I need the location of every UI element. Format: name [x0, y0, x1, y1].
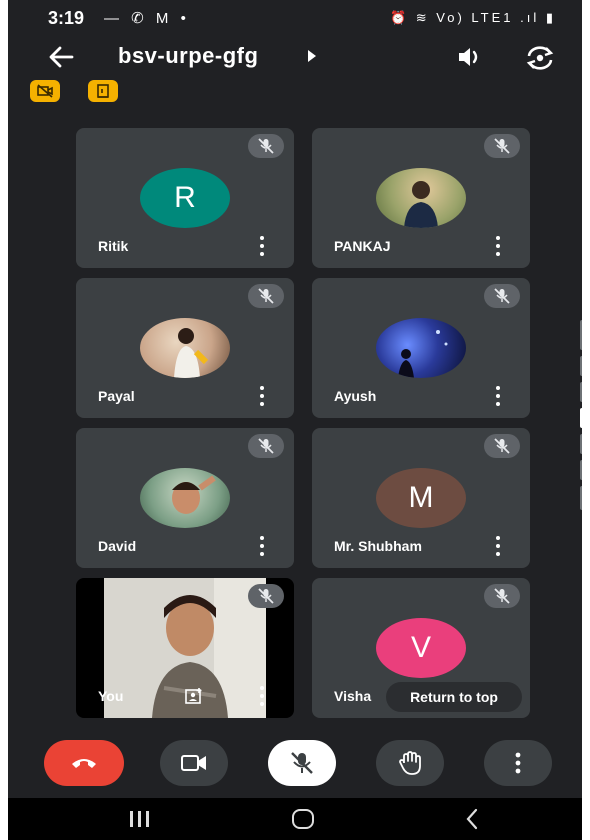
person-silhouette	[398, 330, 448, 378]
participant-name: You	[98, 688, 124, 704]
avatar-initial: V	[410, 631, 431, 664]
participant-name: PANKAJ	[334, 238, 391, 254]
avatar-photo	[376, 318, 466, 378]
muted-indicator	[484, 434, 520, 458]
mic-toggle-button[interactable]	[268, 740, 336, 786]
avatar-initial: M	[408, 481, 434, 514]
self-view-tile[interactable]: You	[76, 578, 294, 718]
mic-off-icon	[494, 138, 510, 154]
present-icon[interactable]	[184, 686, 204, 706]
scroll-indicator[interactable]	[580, 320, 582, 510]
end-call-icon	[72, 759, 96, 768]
muted-indicator	[248, 584, 284, 608]
raise-hand-button[interactable]	[376, 740, 444, 786]
avatar-initial: R	[174, 181, 196, 214]
recent-apps-icon[interactable]	[130, 811, 152, 829]
more-vert-icon[interactable]	[494, 236, 502, 256]
system-icons: ⏰ ≋ Vo) LTE1 .ıl ▮	[389, 10, 556, 25]
mic-off-icon	[258, 438, 274, 454]
system-nav-bar	[8, 798, 582, 840]
video-off-badge-icon	[37, 84, 53, 98]
muted-indicator	[248, 434, 284, 458]
mic-off-icon	[494, 588, 510, 604]
status-bar: 3:19 — ✆ M • ⏰ ≋ Vo) LTE1 .ıl ▮	[8, 0, 582, 36]
more-vert-icon[interactable]	[258, 386, 266, 406]
avatar: V	[376, 618, 466, 678]
muted-indicator	[484, 134, 520, 158]
mic-off-icon	[494, 288, 510, 304]
meet-screen: 3:19 — ✆ M • ⏰ ≋ Vo) LTE1 .ıl ▮ bsv-urpe…	[8, 0, 582, 840]
muted-indicator	[248, 134, 284, 158]
participant-name: Visha	[334, 688, 372, 704]
more-vert-icon[interactable]	[494, 536, 502, 556]
participant-name: Payal	[98, 388, 135, 404]
mic-off-icon	[494, 438, 510, 454]
person-silhouette	[172, 475, 216, 514]
more-vert-icon[interactable]	[258, 686, 266, 706]
recording-off-badge[interactable]	[30, 80, 60, 102]
participant-name: Ritik	[98, 238, 129, 254]
participant-tile[interactable]: M Mr. Shubham	[312, 428, 530, 568]
speaker-icon[interactable]	[456, 44, 484, 70]
participant-tile[interactable]: Ayush	[312, 278, 530, 418]
participant-tile[interactable]: David	[76, 428, 294, 568]
muted-indicator	[248, 284, 284, 308]
more-vert-icon	[515, 752, 521, 774]
back-arrow-icon[interactable]	[46, 42, 76, 72]
participant-tile[interactable]: PANKAJ	[312, 128, 530, 268]
mic-off-icon	[258, 138, 274, 154]
mic-off-icon	[258, 288, 274, 304]
more-vert-icon[interactable]	[494, 386, 502, 406]
participant-tile[interactable]: Payal	[76, 278, 294, 418]
chevron-right-icon[interactable]	[306, 49, 318, 63]
home-icon[interactable]	[292, 809, 314, 829]
avatar-photo	[140, 468, 230, 528]
more-options-button[interactable]	[484, 740, 552, 786]
participant-name: David	[98, 538, 137, 554]
door-icon	[97, 84, 109, 98]
avatar: M	[376, 468, 466, 528]
status-time: 3:19	[48, 8, 85, 28]
person-silhouette	[174, 328, 209, 378]
raise-hand-icon	[399, 751, 421, 775]
more-vert-icon[interactable]	[258, 536, 266, 556]
person-silhouette	[404, 181, 438, 228]
return-to-top-button[interactable]: Return to top	[386, 682, 522, 712]
notification-icons: — ✆ M •	[104, 10, 190, 27]
muted-indicator	[484, 584, 520, 608]
avatar-photo	[140, 318, 230, 378]
meeting-top-bar: bsv-urpe-gfg	[8, 40, 582, 76]
camera-toggle-button[interactable]	[160, 740, 228, 786]
host-controls-badge[interactable]	[88, 80, 118, 102]
meeting-title[interactable]: bsv-urpe-gfg	[118, 43, 258, 69]
participant-name: Ayush	[334, 388, 377, 404]
nav-back-icon[interactable]	[464, 807, 480, 831]
camera-flip-icon[interactable]	[524, 44, 556, 72]
end-call-button[interactable]	[44, 740, 124, 786]
participant-name: Mr. Shubham	[334, 538, 422, 554]
participant-tile[interactable]: R Ritik	[76, 128, 294, 268]
avatar-photo	[376, 168, 466, 228]
mic-off-icon	[258, 588, 274, 604]
mic-off-icon	[291, 752, 313, 774]
muted-indicator	[484, 284, 520, 308]
avatar: R	[140, 168, 230, 228]
video-camera-icon	[181, 755, 206, 771]
more-vert-icon[interactable]	[258, 236, 266, 256]
